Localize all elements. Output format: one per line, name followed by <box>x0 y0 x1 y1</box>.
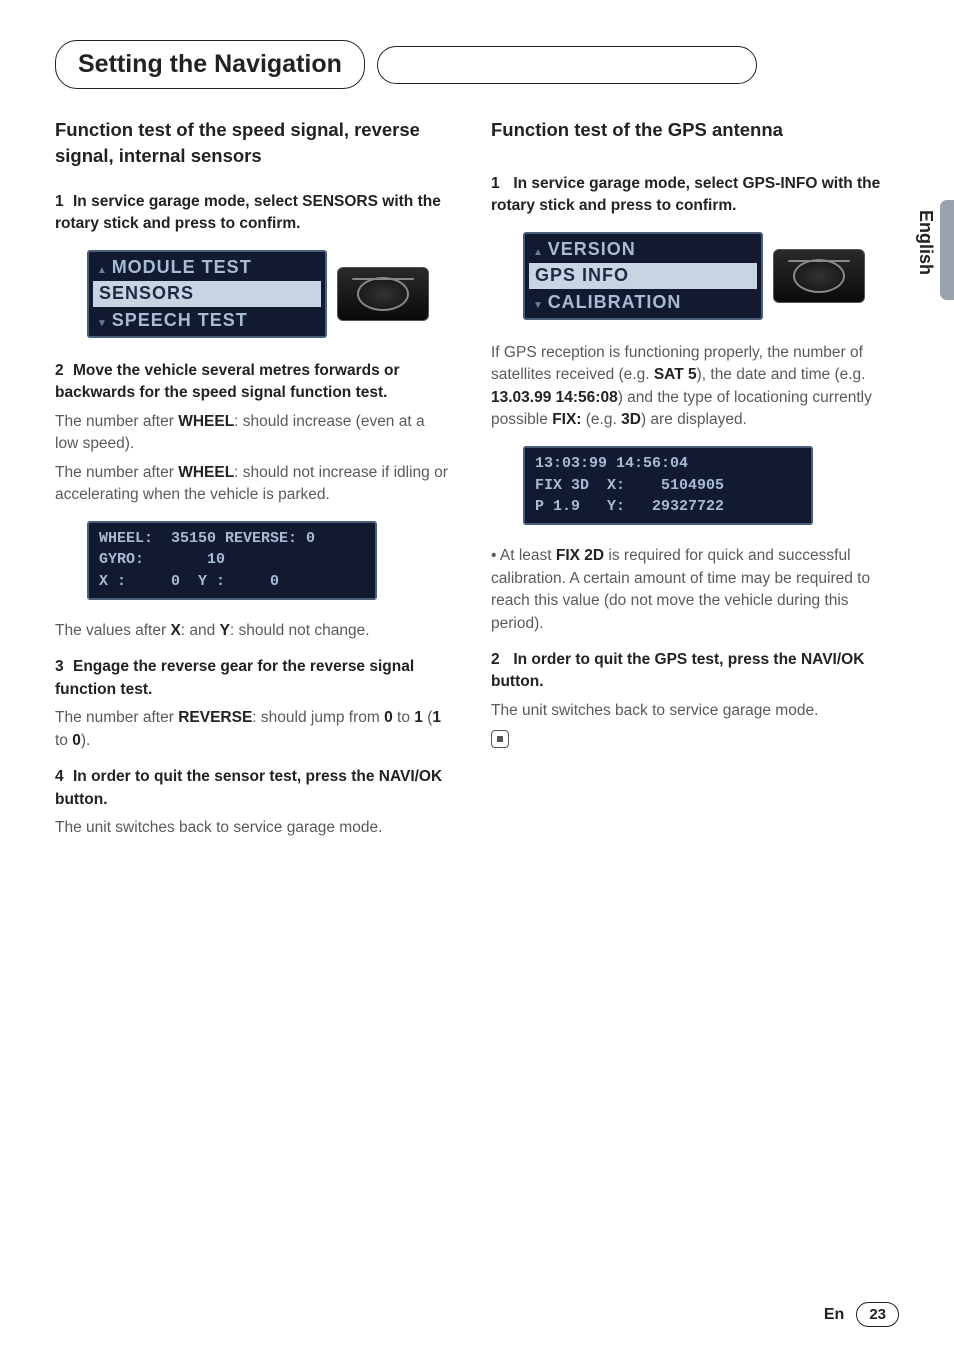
menu-item-sensors: SENSORS <box>93 281 321 306</box>
screen-gps-values: 13:03:99 14:56:04 FIX 3D X: 5104905 P 1.… <box>523 446 813 525</box>
v: 1 <box>432 709 441 726</box>
t: ). <box>81 732 90 749</box>
page-number: 23 <box>856 1302 899 1327</box>
page-footer: En 23 <box>824 1302 899 1327</box>
menu-item-module-test: MODULE TEST <box>97 256 317 279</box>
t: In service garage mode, select <box>513 175 742 192</box>
menu-item-calibration: CALIBRATION <box>533 291 753 314</box>
t: In order to quit the <box>513 651 654 668</box>
title-decor <box>377 46 757 84</box>
section-heading-sensors: Function test of the speed signal, rever… <box>55 117 449 169</box>
step-1-text: In service garage mode, select SENSORS w… <box>55 193 441 232</box>
screen-sensors-menu: MODULE TEST SENSORS SPEECH TEST <box>87 250 327 338</box>
key-sat: SAT 5 <box>654 366 697 383</box>
step-4: 4In order to quit the sensor test, press… <box>55 766 449 811</box>
section-heading-gps: Function test of the GPS antenna <box>491 117 885 143</box>
step-4-detail: The unit switches back to service garage… <box>55 817 449 839</box>
key-x: X <box>170 622 180 639</box>
t: • At least <box>491 547 556 564</box>
t: to <box>55 732 72 749</box>
screen-sensors-menu-row: MODULE TEST SENSORS SPEECH TEST <box>87 250 449 338</box>
gps-step-2: 2 In order to quit the GPS test, press t… <box>491 649 885 694</box>
t: : should not change. <box>230 622 370 639</box>
t: Function test of the <box>491 119 668 140</box>
key-wheel-a: WHEEL <box>178 413 234 430</box>
t: : should jump from <box>252 709 384 726</box>
key-gps-b: GPS <box>655 651 688 668</box>
step-2-detail-a: The number after WHEEL: should increase … <box>55 411 449 456</box>
t: ), the date and time (e.g. <box>697 366 866 383</box>
right-column: Function test of the GPS antenna 1 In se… <box>491 117 885 854</box>
step-2-detail-b: The number after WHEEL: should not incre… <box>55 462 449 507</box>
key-fix: FIX: <box>552 411 581 428</box>
step-2: 2Move the vehicle several metres forward… <box>55 360 449 405</box>
key-datetime: 13.03.99 14:56:08 <box>491 389 618 406</box>
step-4-text: In order to quit the sensor test, press … <box>55 768 442 807</box>
t: The number after <box>55 464 178 481</box>
menu-item-speech-test: SPEECH TEST <box>97 309 317 332</box>
t: antenna <box>707 119 783 140</box>
screen-gps-menu-row: VERSION GPS INFO CALIBRATION <box>523 232 885 320</box>
t: to <box>393 709 415 726</box>
gps-description: If GPS reception is functioning properly… <box>491 342 885 432</box>
t: : and <box>181 622 220 639</box>
key-3d: 3D <box>621 411 641 428</box>
key-gps: GPS <box>668 119 707 140</box>
screen-gps-menu: VERSION GPS INFO CALIBRATION <box>523 232 763 320</box>
t: The number after <box>55 413 178 430</box>
t: (e.g. <box>581 411 621 428</box>
gps-step-1: 1 In service garage mode, select GPS-INF… <box>491 173 885 218</box>
key-y: Y <box>220 622 230 639</box>
screen-sensor-values: WHEEL: 35150 REVERSE: 0 GYRO: 10 X : 0 Y… <box>87 521 377 600</box>
t: The number after <box>55 709 178 726</box>
gps-bullet: • At least FIX 2D is required for quick … <box>491 545 885 635</box>
key-gps-info: GPS-INFO <box>742 175 817 192</box>
page-title: Setting the Navigation <box>55 40 365 89</box>
side-tab <box>940 200 954 300</box>
gps-step-2-detail: The unit switches back to service garage… <box>491 700 885 722</box>
key-reverse: REVERSE <box>178 709 252 726</box>
step-2-detail-c: The values after X: and Y: should not ch… <box>55 620 449 642</box>
key-wheel-b: WHEEL <box>178 464 234 481</box>
step-3-detail: The number after REVERSE: should jump fr… <box>55 707 449 752</box>
t: The values after <box>55 622 170 639</box>
step-2-text: Move the vehicle several metres forwards… <box>55 362 400 401</box>
step-1: 1In service garage mode, select SENSORS … <box>55 191 449 236</box>
key-fix2d: FIX 2D <box>556 547 604 564</box>
step-3-text: Engage the reverse gear for the reverse … <box>55 658 414 697</box>
v: 1 <box>414 709 423 726</box>
t: ) are displayed. <box>641 411 747 428</box>
menu-item-gps-info: GPS INFO <box>529 263 757 288</box>
step-3: 3Engage the reverse gear for the reverse… <box>55 656 449 701</box>
menu-item-version: VERSION <box>533 238 753 261</box>
t: ( <box>423 709 432 726</box>
v: 0 <box>72 732 81 749</box>
side-language-label: English <box>915 210 936 275</box>
footer-lang: En <box>824 1306 844 1324</box>
left-column: Function test of the speed signal, rever… <box>55 117 449 854</box>
v: 0 <box>384 709 393 726</box>
rotary-stick-icon <box>773 249 865 303</box>
page-header: Setting the Navigation <box>55 40 899 89</box>
stop-icon <box>491 730 509 748</box>
rotary-stick-icon <box>337 267 429 321</box>
